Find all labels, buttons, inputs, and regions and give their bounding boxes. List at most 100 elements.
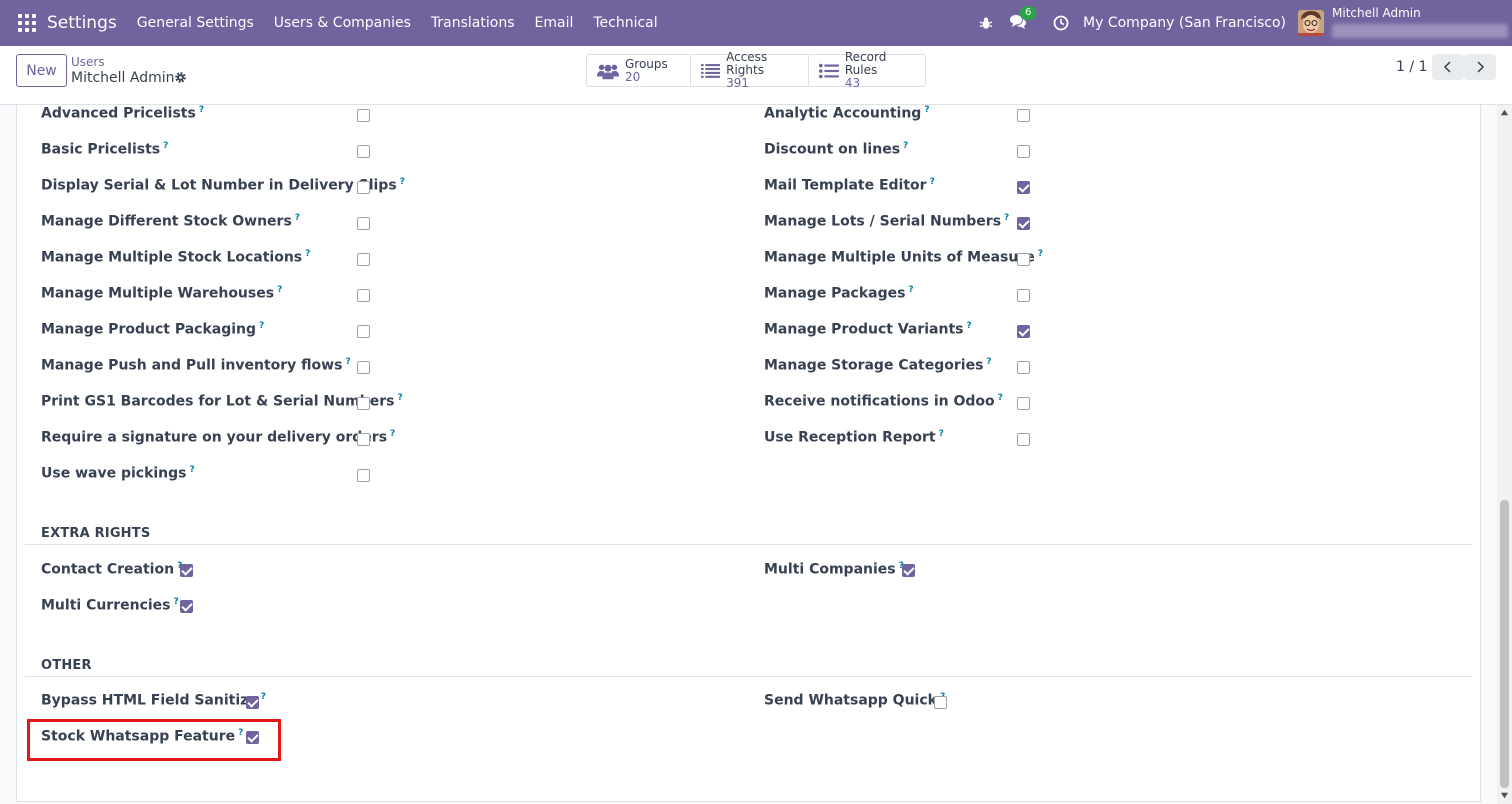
- help-tooltip-icon[interactable]: ?: [986, 357, 991, 367]
- clock-icon[interactable]: [1053, 15, 1069, 31]
- field-label: Use wave pickings?: [41, 465, 195, 482]
- help-tooltip-icon[interactable]: ?: [259, 321, 264, 331]
- scroll-down-arrow-icon[interactable]: [1500, 791, 1509, 800]
- help-tooltip-icon[interactable]: ?: [939, 429, 944, 439]
- field-label: Manage Multiple Stock Locations?: [41, 249, 311, 266]
- field-label: Contact Creation?: [41, 561, 182, 578]
- help-tooltip-icon[interactable]: ?: [163, 141, 168, 151]
- gear-icon[interactable]: [174, 71, 187, 84]
- menu-technical[interactable]: Technical: [593, 15, 657, 31]
- basic-pricelists-checkbox[interactable]: [357, 145, 370, 158]
- field-label: Manage Storage Categories?: [764, 357, 992, 374]
- section-title-other: OTHER: [41, 658, 92, 673]
- help-tooltip-icon[interactable]: ?: [190, 465, 195, 475]
- chevron-left-icon: [1443, 61, 1451, 73]
- help-tooltip-icon[interactable]: ?: [345, 357, 350, 367]
- help-tooltip-icon[interactable]: ?: [1004, 213, 1009, 223]
- help-tooltip-icon[interactable]: ?: [1038, 249, 1043, 259]
- multi-companies-checkbox[interactable]: [902, 564, 915, 577]
- record-rules-label: Record Rules: [844, 50, 887, 77]
- access-rights-label: Access Rights: [726, 50, 768, 77]
- help-tooltip-icon[interactable]: ?: [277, 285, 282, 295]
- groups-label: Groups: [625, 56, 668, 71]
- help-tooltip-icon[interactable]: ?: [390, 429, 395, 439]
- menu-email[interactable]: Email: [535, 15, 574, 31]
- discount-on-lines-checkbox[interactable]: [1017, 145, 1030, 158]
- stock-locations-checkbox[interactable]: [357, 253, 370, 266]
- help-tooltip-icon[interactable]: ?: [305, 249, 310, 259]
- breadcrumb-users[interactable]: Users: [71, 55, 105, 69]
- odoo-notifications-checkbox[interactable]: [1017, 397, 1030, 410]
- menu-users-companies[interactable]: Users & Companies: [274, 15, 411, 31]
- record-rules-smart-button[interactable]: Record Rules 43: [809, 51, 925, 90]
- company-switcher[interactable]: My Company (San Francisco): [1083, 15, 1286, 31]
- smart-buttons: Groups 20 Access Rights 391 Record Rules…: [586, 51, 926, 90]
- pager-previous-button[interactable]: [1432, 54, 1464, 80]
- navbar-systray: 6 My Company (San Francisco) Mitchell Ad…: [979, 0, 1512, 46]
- pager-next-button[interactable]: [1464, 54, 1496, 80]
- help-tooltip-icon[interactable]: ?: [295, 213, 300, 223]
- help-tooltip-icon[interactable]: ?: [400, 177, 405, 187]
- app-name[interactable]: Settings: [47, 13, 117, 33]
- help-tooltip-icon[interactable]: ?: [903, 141, 908, 151]
- highlight-box: [27, 719, 281, 761]
- access-rights-smart-button[interactable]: Access Rights 391: [691, 51, 809, 90]
- contact-creation-checkbox[interactable]: [180, 564, 193, 577]
- gs1-barcodes-checkbox[interactable]: [357, 397, 370, 410]
- scroll-up-arrow-icon[interactable]: [1500, 108, 1509, 117]
- product-packaging-checkbox[interactable]: [357, 325, 370, 338]
- help-tooltip-icon[interactable]: ?: [174, 597, 179, 607]
- packages-checkbox[interactable]: [1017, 289, 1030, 302]
- help-tooltip-icon[interactable]: ?: [397, 393, 402, 403]
- list-icon: [819, 63, 839, 78]
- help-tooltip-icon[interactable]: ?: [924, 105, 929, 115]
- storage-categories-checkbox[interactable]: [1017, 361, 1030, 374]
- multi-currencies-checkbox[interactable]: [180, 600, 193, 613]
- analytic-accounting-checkbox[interactable]: [1017, 109, 1030, 122]
- chevron-right-icon: [1477, 61, 1485, 73]
- bug-icon[interactable]: [979, 16, 993, 30]
- help-tooltip-icon[interactable]: ?: [998, 393, 1003, 403]
- push-pull-flows-checkbox[interactable]: [357, 361, 370, 374]
- help-tooltip-icon[interactable]: ?: [908, 285, 913, 295]
- field-label: Receive notifications in Odoo?: [764, 393, 1003, 410]
- product-variants-checkbox[interactable]: [1017, 325, 1030, 338]
- user-menu[interactable]: Mitchell Admin: [1332, 0, 1512, 46]
- help-tooltip-icon[interactable]: ?: [966, 321, 971, 331]
- reception-report-checkbox[interactable]: [1017, 433, 1030, 446]
- access-rights-count: 391: [726, 76, 750, 90]
- field-label: Analytic Accounting?: [764, 105, 930, 122]
- field-label: Advanced Pricelists?: [41, 105, 205, 122]
- bypass-html-sanitize-checkbox[interactable]: [246, 696, 259, 709]
- wave-pickings-checkbox[interactable]: [357, 469, 370, 482]
- section-divider: [25, 676, 1472, 677]
- lots-serial-numbers-checkbox[interactable]: [1017, 217, 1030, 230]
- help-tooltip-icon[interactable]: ?: [199, 105, 204, 115]
- menu-translations[interactable]: Translations: [431, 15, 515, 31]
- delivery-signature-checkbox[interactable]: [357, 433, 370, 446]
- groups-smart-button[interactable]: Groups 20: [587, 55, 691, 86]
- record-rules-count: 43: [844, 76, 861, 90]
- new-button[interactable]: New: [16, 54, 67, 87]
- field-label: Use Reception Report?: [764, 429, 944, 446]
- scrollbar-thumb[interactable]: [1500, 500, 1509, 788]
- display-serial-lot-checkbox[interactable]: [357, 181, 370, 194]
- field-label: Multi Companies?: [764, 561, 904, 578]
- apps-menu-icon[interactable]: [18, 14, 36, 32]
- field-label: Manage Product Packaging?: [41, 321, 265, 338]
- stock-owners-checkbox[interactable]: [357, 217, 370, 230]
- top-navbar: Settings General Settings Users & Compan…: [0, 0, 1512, 46]
- help-tooltip-icon[interactable]: ?: [261, 692, 266, 702]
- messaging-menu[interactable]: 6: [1009, 6, 1037, 32]
- send-whatsapp-quick-checkbox[interactable]: [934, 696, 947, 709]
- mail-template-editor-checkbox[interactable]: [1017, 181, 1030, 194]
- warehouses-checkbox[interactable]: [357, 289, 370, 302]
- units-of-measure-checkbox[interactable]: [1017, 253, 1030, 266]
- pager-value[interactable]: 1 / 1: [1396, 59, 1427, 75]
- help-tooltip-icon[interactable]: ?: [930, 177, 935, 187]
- field-label: Manage Product Variants?: [764, 321, 972, 338]
- field-label: Manage Lots / Serial Numbers?: [764, 213, 1010, 230]
- advanced-pricelists-checkbox[interactable]: [357, 109, 370, 122]
- menu-general-settings[interactable]: General Settings: [137, 15, 254, 31]
- avatar[interactable]: [1298, 10, 1324, 36]
